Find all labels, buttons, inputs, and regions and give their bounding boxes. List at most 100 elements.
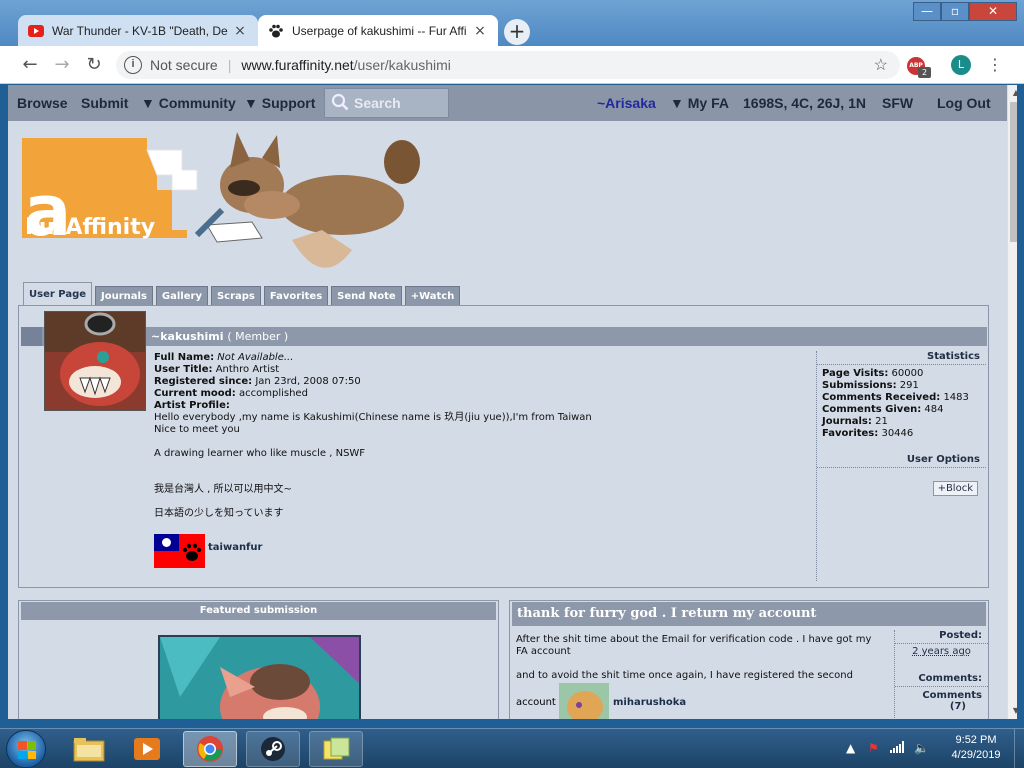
browser-tab-strip: War Thunder - KV-1B "Death, De × Userpag… (0, 0, 1024, 46)
scroll-down-icon[interactable]: ▼ (1008, 703, 1017, 719)
block-button[interactable]: +Block (932, 481, 978, 496)
start-button[interactable] (6, 730, 46, 768)
search-box[interactable] (324, 88, 449, 118)
nav-support[interactable]: ▼ Support (244, 95, 315, 111)
statistics-heading: Statistics (817, 351, 986, 365)
bookmark-star-icon[interactable]: ☆ (874, 55, 888, 75)
forward-arrow-icon[interactable]: → (51, 54, 73, 76)
paw-icon (268, 23, 284, 39)
tab-user-page[interactable]: User Page (23, 282, 93, 306)
action-center-icon[interactable]: ⚑ (868, 741, 879, 755)
explorer-taskbar-icon[interactable] (62, 731, 116, 767)
journal-paragraph: and to avoid the shit time once again, I… (516, 670, 853, 681)
system-tray: ▲ ⚑ 🔈 9:52 PM 4/29/2019 (842, 729, 1024, 768)
minimize-button[interactable]: — (913, 2, 941, 21)
statistics-list: Page Visits: 60000 Submissions: 291 Comm… (817, 368, 986, 440)
scroll-thumb[interactable] (1010, 102, 1017, 242)
show-desktop-button[interactable] (1014, 729, 1024, 768)
clock-time: 9:52 PM (955, 734, 997, 746)
profile-avatar[interactable]: L (951, 55, 971, 75)
featured-thumbnail[interactable] (158, 635, 361, 719)
journal-title[interactable]: thank for furry god . I return my accoun… (512, 602, 986, 626)
chrome-taskbar-icon[interactable] (183, 731, 237, 767)
user-level: ( Member ) (227, 330, 289, 343)
mention-name[interactable]: miharushoka (613, 697, 686, 708)
media-player-taskbar-icon[interactable] (120, 731, 174, 767)
stat-value: 1483 (943, 392, 969, 403)
reload-icon[interactable]: ↻ (83, 54, 105, 76)
nav-sfw[interactable]: SFW (882, 95, 913, 111)
user-title-value: Anthro Artist (215, 364, 280, 375)
windows-logo-icon (18, 741, 36, 759)
stat-label: Journals: (822, 416, 872, 427)
scroll-up-icon[interactable]: ▲ (1008, 85, 1017, 101)
stat-label: Page Visits: (822, 368, 889, 379)
menu-dots-icon[interactable]: ⋮ (987, 55, 1003, 75)
registered-label: Registered since: (154, 376, 253, 387)
vertical-scrollbar[interactable]: ▲ ▼ (1007, 85, 1017, 719)
mention-avatar[interactable] (559, 683, 609, 719)
tab-war-thunder[interactable]: War Thunder - KV-1B "Death, De × (18, 15, 258, 46)
posted-ago: 2 years ago (912, 646, 971, 657)
nav-notifications[interactable]: 1698S, 4C, 26J, 1N (743, 95, 866, 111)
nav-logout[interactable]: Log Out (937, 95, 991, 111)
tab-title: War Thunder - KV-1B "Death, De (52, 23, 228, 38)
new-tab-button[interactable]: + (504, 19, 530, 45)
youtube-icon (28, 23, 44, 39)
sticky-notes-taskbar-icon[interactable] (309, 731, 363, 767)
back-arrow-icon[interactable]: ← (19, 54, 41, 76)
mood-value: accomplished (239, 388, 308, 399)
address-bar[interactable]: i Not secure | www.furaffinity.net /user… (116, 51, 900, 79)
tab-userpage[interactable]: Userpage of kakushimi -- Fur Affi × (258, 15, 498, 46)
badge-name[interactable]: taiwanfur (208, 542, 262, 553)
url-separator: | (227, 57, 232, 73)
stat-value: 60000 (891, 368, 924, 379)
tab-journals[interactable]: Journals (95, 286, 153, 306)
show-hidden-icons-icon[interactable]: ▲ (846, 741, 855, 755)
username[interactable]: ~kakushimi (151, 330, 223, 343)
nav-user[interactable]: ~Arisaka (597, 95, 656, 111)
tab-title: Userpage of kakushimi -- Fur Affi (292, 23, 467, 38)
bio-line: A drawing learner who like muscle , NSWF (154, 448, 366, 459)
stat-value: 21 (875, 416, 888, 427)
nav-submit[interactable]: Submit (81, 95, 128, 111)
journal-paragraph: After the shit time about the Email for … (516, 634, 872, 657)
search-input[interactable] (354, 95, 444, 111)
profile-panel: ~kakushimi ( Member ) Full Name: Not Ava… (18, 305, 989, 588)
tab-scraps[interactable]: Scraps (210, 286, 261, 306)
close-window-button[interactable]: ✕ (969, 2, 1017, 21)
nav-browse[interactable]: Browse (17, 95, 68, 111)
avatar[interactable] (44, 311, 146, 411)
tab-send-note[interactable]: Send Note (331, 286, 402, 306)
maximize-button[interactable]: ▫ (941, 2, 969, 21)
fa-logo-banner[interactable]: a FurAffinity (22, 130, 437, 295)
steam-taskbar-icon[interactable] (246, 731, 300, 767)
username-line: ~kakushimi ( Member ) (151, 330, 288, 343)
bio-line: Nice to meet you (154, 424, 240, 435)
url-domain: www.furaffinity.net (241, 57, 354, 73)
fa-logo-icon: a FurAffinity (22, 132, 420, 268)
tab-close-icon[interactable]: × (472, 23, 488, 39)
comments-link[interactable]: Comments (895, 690, 988, 701)
taiwan-paw-badge[interactable] (154, 534, 205, 568)
clock[interactable]: 9:52 PM 4/29/2019 (938, 733, 1014, 763)
journal-body: After the shit time about the Email for … (516, 634, 886, 682)
extension-badge: 2 (918, 67, 931, 78)
nav-community[interactable]: ▼ Community (141, 95, 236, 111)
security-label: Not secure (150, 57, 218, 73)
stat-label: Submissions: (822, 380, 897, 391)
logo-text: FurAffinity (25, 215, 155, 240)
journal-meta: Posted: 2 years ago Comments: Comments (… (894, 630, 988, 719)
tab-watch[interactable]: +Watch (404, 286, 461, 306)
bio-line: 日本語の少しを知っています (154, 508, 284, 519)
profile-sidebar: Statistics Page Visits: 60000 Submission… (816, 351, 986, 581)
user-options-heading: User Options (817, 454, 986, 468)
network-icon[interactable] (890, 741, 904, 756)
tab-favorites[interactable]: Favorites (263, 286, 329, 306)
volume-icon[interactable]: 🔈 (914, 741, 929, 755)
info-icon[interactable]: i (124, 56, 142, 74)
artist-profile-label: Artist Profile: (154, 400, 230, 411)
nav-my-fa[interactable]: ▼ My FA (670, 95, 729, 111)
tab-gallery[interactable]: Gallery (155, 286, 208, 306)
tab-close-icon[interactable]: × (232, 23, 248, 39)
